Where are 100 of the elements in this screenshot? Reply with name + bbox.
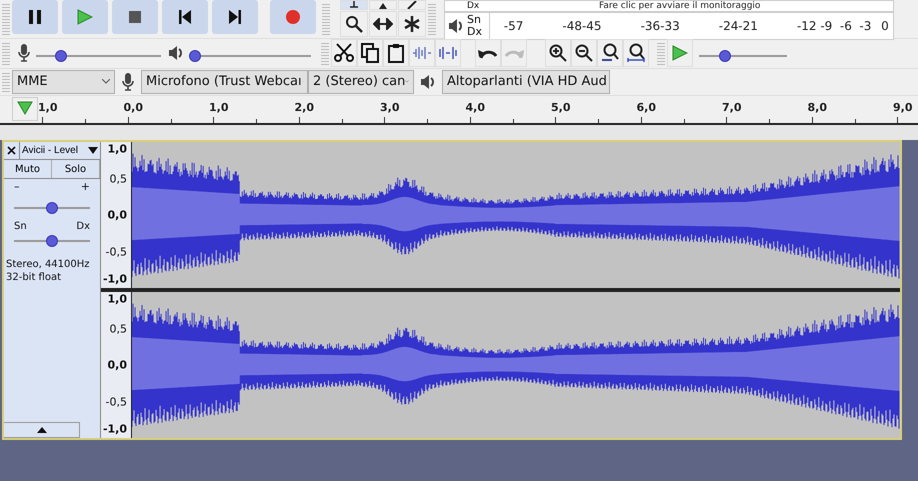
playback-device-dropdown[interactable]: Altoparlanti (VIA HD Aud bbox=[442, 70, 610, 94]
record-meter[interactable]: Dx Fare clic per avviare il monitoraggio bbox=[444, 0, 894, 12]
play-icon bbox=[672, 45, 688, 62]
play-icon bbox=[77, 9, 93, 25]
amplitude-label: -1,0 bbox=[102, 422, 127, 436]
collapse-button[interactable] bbox=[4, 422, 80, 438]
pan-left-label: Sn bbox=[14, 221, 27, 232]
silence-button[interactable] bbox=[435, 39, 461, 68]
time-label: 2,0 bbox=[294, 101, 314, 114]
speaker-icon bbox=[167, 44, 185, 62]
slider-thumb[interactable] bbox=[55, 50, 67, 62]
microphone-icon bbox=[121, 72, 135, 92]
waveform-icon bbox=[438, 45, 458, 62]
triangle-icon bbox=[36, 427, 46, 433]
slider-thumb[interactable] bbox=[719, 50, 732, 62]
pencil-icon bbox=[407, 1, 417, 9]
envelope-tool[interactable] bbox=[369, 0, 397, 10]
time-label: 8,0 bbox=[808, 101, 827, 114]
fit-project-button[interactable] bbox=[623, 39, 649, 68]
scale-label: -12 bbox=[796, 19, 817, 33]
pause-button[interactable] bbox=[12, 0, 58, 34]
multi-tool[interactable] bbox=[398, 11, 426, 37]
stop-icon bbox=[129, 11, 141, 23]
slider-thumb[interactable] bbox=[46, 202, 58, 214]
playback-meter[interactable]: Sn Dx -57 -48-45 -36-33 -24-21 -12 -9 -6 -3 0 bbox=[444, 12, 894, 40]
paste-button[interactable] bbox=[383, 39, 409, 68]
slider-thumb[interactable] bbox=[188, 50, 201, 62]
channel-label: Dx bbox=[467, 26, 483, 38]
scale-label: -57 bbox=[504, 19, 524, 33]
caret-icon bbox=[405, 79, 409, 84]
record-icon bbox=[286, 10, 300, 24]
toolbar-grip[interactable] bbox=[2, 70, 10, 93]
zoom-tool[interactable] bbox=[340, 11, 368, 37]
scale-label: -6 bbox=[840, 19, 852, 33]
record-button[interactable] bbox=[270, 0, 316, 34]
track-info-text: 32-bit float bbox=[6, 271, 62, 284]
pause-icon bbox=[29, 10, 41, 24]
play-at-speed-button[interactable] bbox=[667, 39, 693, 68]
trim-button[interactable] bbox=[409, 39, 435, 68]
amplitude-label: -0,5 bbox=[106, 395, 127, 408]
copy-icon bbox=[361, 43, 379, 64]
scissors-icon bbox=[334, 43, 354, 64]
undo-button[interactable] bbox=[475, 39, 501, 68]
time-label: 1,0 bbox=[38, 101, 58, 114]
selection-tool[interactable] bbox=[340, 0, 368, 10]
amplitude-label: 0,5 bbox=[110, 172, 127, 185]
fit-selection-button[interactable] bbox=[597, 39, 623, 68]
skip-to-end-icon bbox=[229, 10, 241, 24]
audio-host-dropdown[interactable]: MME bbox=[12, 70, 115, 94]
scale-label: -48 bbox=[562, 19, 582, 33]
i-beam-icon bbox=[349, 1, 359, 9]
time-label: 3,0 bbox=[380, 101, 400, 114]
time-label: 5,0 bbox=[551, 101, 570, 114]
recording-channels-dropdown[interactable]: 2 (Stereo) can bbox=[308, 70, 414, 94]
pan-right-label: Dx bbox=[76, 221, 90, 232]
timeline-options-button[interactable] bbox=[12, 97, 38, 122]
time-label: 7,0 bbox=[722, 101, 742, 114]
waveform-icon bbox=[412, 45, 432, 62]
skip-to-end-button[interactable] bbox=[212, 0, 258, 34]
toolbar-grip[interactable] bbox=[657, 41, 665, 66]
cut-button[interactable] bbox=[331, 39, 357, 68]
caret-icon bbox=[102, 79, 110, 84]
speaker-icon bbox=[447, 17, 465, 35]
draw-tool[interactable] bbox=[398, 0, 426, 10]
zoom-in-button[interactable] bbox=[545, 39, 571, 68]
amplitude-label: 0,5 bbox=[110, 322, 127, 335]
zoom-out-button[interactable] bbox=[571, 39, 597, 68]
toolbar-grip[interactable] bbox=[321, 41, 329, 66]
clipboard-icon bbox=[387, 43, 405, 64]
skip-to-start-icon bbox=[179, 10, 191, 24]
scale-label: -21 bbox=[738, 19, 758, 33]
zoom-icon bbox=[345, 15, 363, 33]
asterisk-icon bbox=[403, 15, 421, 33]
scale-label: -45 bbox=[582, 19, 602, 33]
double-arrow-icon bbox=[373, 18, 393, 30]
time-label: 6,0 bbox=[636, 101, 656, 114]
slider-thumb[interactable] bbox=[46, 235, 58, 247]
meter-message[interactable]: Fare clic per avviare il monitoraggio bbox=[489, 1, 893, 11]
channel-label: Sn bbox=[467, 14, 482, 26]
zoom-out-icon bbox=[575, 44, 593, 62]
track-info-text: Stereo, 44100Hz bbox=[6, 258, 91, 271]
copy-button[interactable] bbox=[357, 39, 383, 68]
channel-label: Dx bbox=[467, 1, 480, 11]
time-label: 0,0 bbox=[124, 101, 143, 114]
time-shift-tool[interactable] bbox=[369, 11, 397, 37]
time-label: 1,0 bbox=[209, 101, 228, 114]
amplitude-label: -0,5 bbox=[106, 245, 127, 258]
triangle-icon bbox=[17, 100, 33, 115]
toolbar-grip[interactable] bbox=[2, 2, 10, 36]
recording-device-dropdown[interactable]: Microfono (Trust Webcaı bbox=[141, 70, 308, 94]
toolbar-grip[interactable] bbox=[428, 2, 436, 36]
scale-label: -36 bbox=[640, 19, 660, 33]
skip-to-start-button[interactable] bbox=[162, 0, 208, 34]
stop-button[interactable] bbox=[112, 0, 158, 34]
close-icon bbox=[7, 146, 16, 154]
triangle-icon bbox=[378, 2, 388, 8]
scale-label: -24 bbox=[718, 19, 738, 33]
time-label: 9,0 bbox=[893, 101, 912, 114]
zoom-fit-icon bbox=[627, 43, 645, 64]
scale-label: -33 bbox=[660, 19, 680, 33]
